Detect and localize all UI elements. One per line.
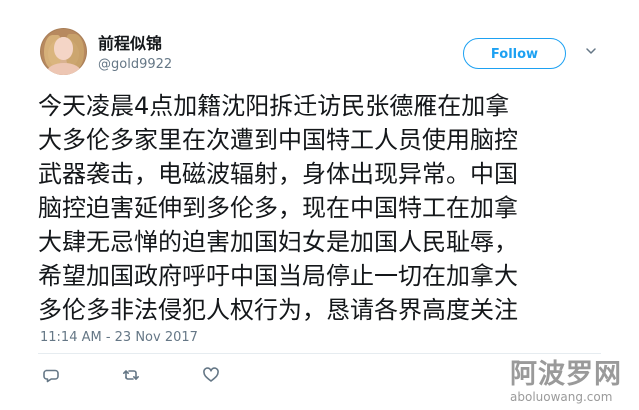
tweet-text-line: 大肆无忌惮的迫害加国妇女是加国人民耻辱， bbox=[38, 228, 518, 256]
tweet-text-line: 武器袭击，电磁波辐射，身体出现异常。中国 bbox=[38, 160, 518, 188]
retweet-icon[interactable] bbox=[122, 366, 140, 384]
author-display-name[interactable]: 前程似锦 bbox=[98, 35, 162, 53]
tweet-text-line: 大多伦多家里在次遭到中国特工人员使用脑控 bbox=[38, 126, 518, 154]
tweet-text: 今天凌晨4点加籍沈阳拆迁访民张德雁在加拿 大多伦多家里在次遭到中国特工人员使用脑… bbox=[38, 89, 598, 327]
tweet-card: 前程似锦 @gold9922 Follow 今天凌晨4点加籍沈阳拆迁访民张德雁在… bbox=[0, 0, 639, 410]
action-divider bbox=[38, 353, 601, 354]
follow-button[interactable]: Follow bbox=[463, 38, 566, 69]
reply-icon[interactable] bbox=[42, 366, 60, 384]
tweet-text-line: 脑控迫害延伸到多伦多，现在中国特工在加拿 bbox=[38, 194, 518, 222]
watermark-domain-text: aboluowang.com bbox=[510, 390, 613, 404]
avatar-shoulders bbox=[47, 63, 81, 75]
heart-icon[interactable] bbox=[202, 366, 220, 384]
avatar[interactable] bbox=[40, 28, 87, 75]
avatar-face bbox=[54, 37, 73, 60]
tweet-text-line: 希望加国政府呼吁中国当局停止一切在加拿大 bbox=[38, 262, 518, 290]
author-handle[interactable]: @gold9922 bbox=[98, 57, 172, 72]
tweet-timestamp[interactable]: 11:14 AM - 23 Nov 2017 bbox=[40, 330, 198, 345]
watermark-chinese-text: 阿波罗网 bbox=[510, 359, 622, 390]
chevron-down-icon[interactable] bbox=[585, 45, 597, 57]
tweet-text-line: 多伦多非法侵犯人权行为，恳请各界高度关注 bbox=[38, 296, 518, 324]
tweet-text-line: 今天凌晨4点加籍沈阳拆迁访民张德雁在加拿 bbox=[38, 92, 510, 120]
